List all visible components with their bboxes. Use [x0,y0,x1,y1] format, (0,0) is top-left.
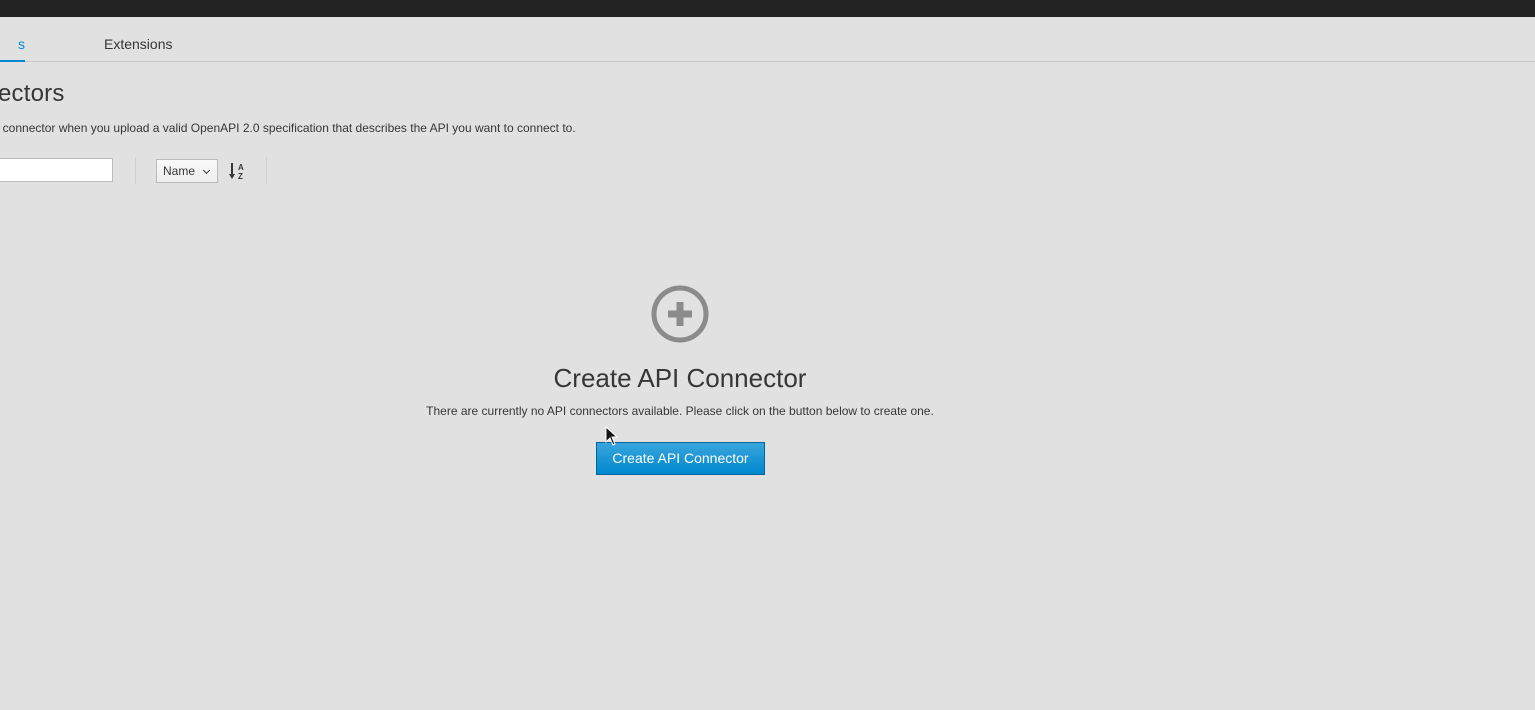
empty-state-title: Create API Connector [553,363,807,393]
mouse-cursor-icon [605,426,619,446]
toolbar-divider [266,157,267,184]
filter-input[interactable] [0,158,113,182]
toolbar-divider [135,157,136,184]
tab-extensions[interactable]: Extensions [104,17,172,61]
svg-text:A: A [238,163,244,172]
tab-extensions-label: Extensions [104,36,173,52]
tab-connections-label: s [18,36,25,52]
create-api-connector-button[interactable]: Create API Connector [596,442,765,475]
sort-field-label: Name [163,164,196,178]
filter-toolbar: Name A Z [0,155,300,187]
svg-text:Z: Z [238,172,243,181]
chevron-down-icon [202,166,211,175]
page-description: t connector when you upload a valid Open… [0,121,576,135]
page-title: ectors [0,80,65,107]
empty-state-description: There are currently no API connectors av… [426,404,934,418]
sort-alpha-asc-icon[interactable]: A Z [229,161,247,181]
plus-circle-icon [651,285,709,343]
top-nav-bar [0,0,1535,17]
tab-bar: s Extensions [0,17,1535,62]
tab-connections[interactable]: s [0,17,25,62]
sort-field-dropdown[interactable]: Name [156,159,218,183]
